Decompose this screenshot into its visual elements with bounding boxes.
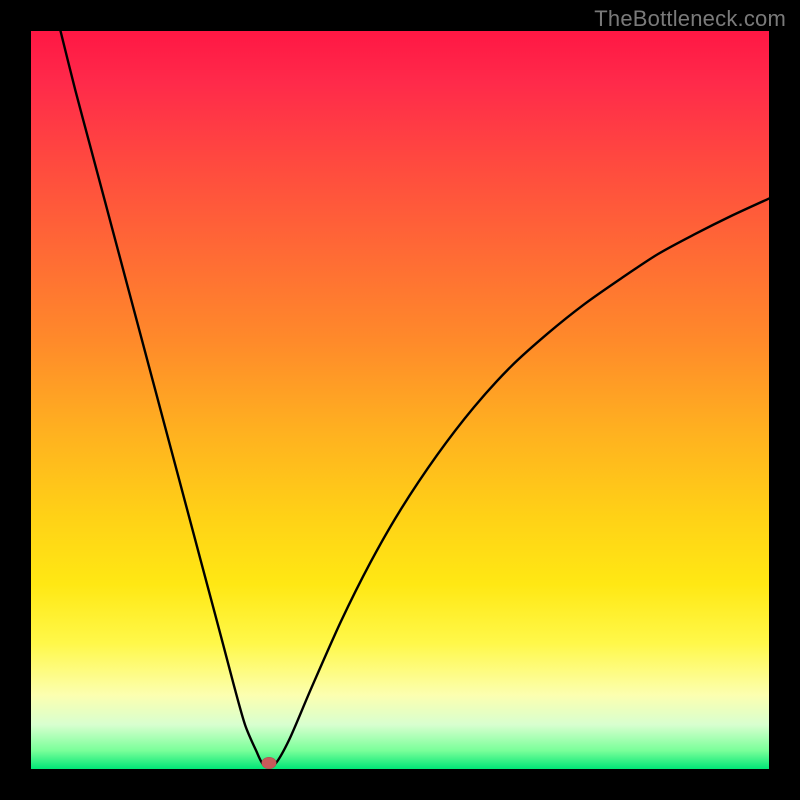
attribution-watermark: TheBottleneck.com: [594, 6, 786, 32]
chart-frame: TheBottleneck.com: [0, 0, 800, 800]
plot-area: [31, 31, 769, 769]
bottleneck-curve: [31, 31, 769, 769]
optimal-point-marker: [262, 757, 277, 769]
